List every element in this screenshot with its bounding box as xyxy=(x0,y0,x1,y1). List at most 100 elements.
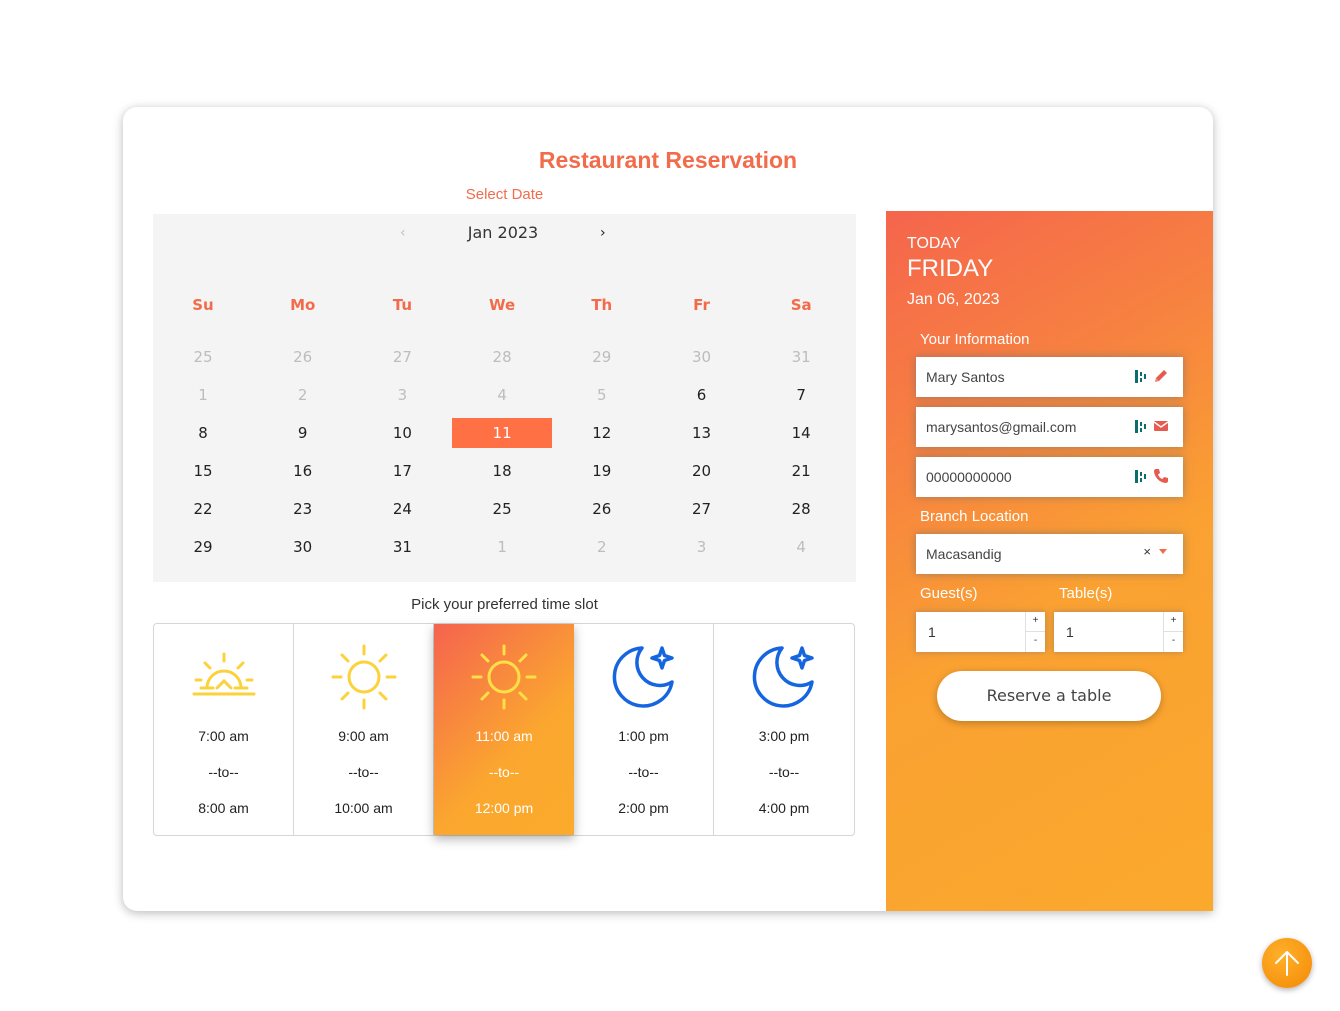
autofill-extension-icon[interactable] xyxy=(1135,469,1147,484)
calendar-day: 29 xyxy=(592,348,612,366)
time-slot-end: 12:00 pm xyxy=(474,800,534,816)
calendar-day: 26 xyxy=(293,348,313,366)
weekday-header: Su xyxy=(192,296,214,314)
calendar-day[interactable]: 22 xyxy=(153,494,253,524)
time-slot-sep: --to-- xyxy=(628,764,659,780)
scroll-to-top-button[interactable] xyxy=(1262,938,1312,988)
calendar-day[interactable]: 9 xyxy=(253,418,353,448)
calendar-day: 31 xyxy=(791,348,811,366)
envelope-icon xyxy=(1153,421,1169,431)
time-slot-start: 3:00 pm xyxy=(758,728,810,744)
time-slot-label: Pick your preferred time slot xyxy=(411,596,598,613)
name-value: Mary Santos xyxy=(926,369,1005,385)
calendar-day[interactable]: 17 xyxy=(352,456,452,486)
calendar-day: 2 xyxy=(297,386,308,404)
calendar-day[interactable]: 11 xyxy=(452,418,553,448)
next-month-button[interactable]: › xyxy=(600,225,606,241)
weekday-header: Sa xyxy=(790,296,812,314)
phone-field[interactable]: 00000000000 xyxy=(916,457,1183,497)
calendar-day[interactable]: 14 xyxy=(751,418,851,448)
your-information-label: Your Information xyxy=(920,331,1030,348)
email-field[interactable]: marysantos@gmail.com xyxy=(916,407,1183,447)
time-slot[interactable]: 1:00 pm --to-- 2:00 pm xyxy=(574,624,714,835)
calendar-month-label[interactable]: Jan 2023 xyxy=(453,223,553,242)
calendar-day: 25 xyxy=(193,348,213,366)
time-slot-sep: --to-- xyxy=(348,764,379,780)
calendar-day[interactable]: 25 xyxy=(452,494,552,524)
calendar-day[interactable]: 29 xyxy=(153,532,253,562)
time-slot-end: 8:00 am xyxy=(198,800,249,816)
calendar-day[interactable]: 28 xyxy=(751,494,851,524)
calendar-day[interactable]: 13 xyxy=(652,418,752,448)
time-slot[interactable]: 7:00 am --to-- 8:00 am xyxy=(154,624,294,835)
time-slot-end: 10:00 am xyxy=(334,800,393,816)
branch-select[interactable]: Macasandig × xyxy=(916,534,1183,574)
calendar-day[interactable]: 7 xyxy=(751,380,851,410)
guests-stepper[interactable]: 1 + - xyxy=(916,612,1045,652)
weekday-header: Fr xyxy=(693,296,710,314)
moon-star-icon xyxy=(609,642,679,712)
calendar-nav: ‹ Jan 2023 › xyxy=(153,214,856,254)
tables-stepper[interactable]: 1 + - xyxy=(1054,612,1183,652)
calendar-day[interactable]: 20 xyxy=(652,456,752,486)
weekday-header: Tu xyxy=(392,296,413,314)
time-slot-sep: --to-- xyxy=(768,764,800,780)
calendar-day[interactable]: 30 xyxy=(253,532,353,562)
weekday-header: Th xyxy=(591,296,613,314)
branch-location-label: Branch Location xyxy=(920,508,1029,525)
guests-decrement-button[interactable]: - xyxy=(1026,632,1045,652)
select-date-label: Select Date xyxy=(465,186,544,203)
calendar-day: 1 xyxy=(497,538,507,556)
calendar-day[interactable]: 19 xyxy=(552,456,652,486)
phone-icon xyxy=(1154,469,1168,483)
guests-value: 1 xyxy=(928,624,936,640)
dropdown-caret-icon[interactable] xyxy=(1159,549,1167,554)
calendar-day[interactable]: 16 xyxy=(253,456,353,486)
pencil-icon xyxy=(1155,370,1167,382)
calendar-day[interactable]: 26 xyxy=(552,494,652,524)
calendar-day[interactable]: 21 xyxy=(751,456,851,486)
calendar-day: 1 xyxy=(198,386,208,404)
calendar-day[interactable]: 31 xyxy=(352,532,452,562)
calendar-day[interactable]: 8 xyxy=(153,418,253,448)
time-slot[interactable]: 11:00 am --to-- 12:00 pm xyxy=(434,624,574,835)
calendar-day[interactable]: 12 xyxy=(552,418,652,448)
calendar-day[interactable]: 10 xyxy=(352,418,452,448)
calendar: ‹ Jan 2023 › Su Mo Tu We Th Fr Sa 25 26 27 28 29 30 3… xyxy=(153,214,856,582)
time-slot-end: 2:00 pm xyxy=(618,800,669,816)
page-title: Restaurant Reservation xyxy=(538,147,798,173)
time-slot-start: 9:00 am xyxy=(338,728,389,744)
tables-increment-button[interactable]: + xyxy=(1164,612,1183,632)
tables-value: 1 xyxy=(1066,624,1074,640)
calendar-day[interactable]: 6 xyxy=(652,380,752,410)
calendar-day[interactable]: 23 xyxy=(253,494,353,524)
weekday-header: We xyxy=(489,296,516,314)
calendar-day[interactable]: 18 xyxy=(452,456,552,486)
tables-decrement-button[interactable]: - xyxy=(1164,632,1183,652)
calendar-day: 30 xyxy=(691,348,712,366)
calendar-day[interactable]: 15 xyxy=(153,456,253,486)
calendar-day: 28 xyxy=(492,348,512,366)
today-label: TODAY xyxy=(907,235,961,252)
calendar-day[interactable]: 27 xyxy=(652,494,752,524)
guests-increment-button[interactable]: + xyxy=(1026,612,1045,632)
time-slot[interactable]: 9:00 am --to-- 10:00 am xyxy=(294,624,434,835)
calendar-day[interactable]: 24 xyxy=(352,494,452,524)
time-slot[interactable]: 3:00 pm --to-- 4:00 pm xyxy=(714,624,854,835)
calendar-day: 3 xyxy=(696,538,707,556)
sidebar: TODAY FRIDAY Jan 06, 2023 Your Informati… xyxy=(886,211,1213,911)
time-slot-start: 11:00 am xyxy=(475,728,533,744)
reserve-table-button[interactable]: Reserve a table xyxy=(937,671,1161,721)
sun-icon xyxy=(329,642,399,712)
time-slot-sep: --to-- xyxy=(208,764,239,780)
time-slot-start: 1:00 pm xyxy=(618,728,669,744)
autofill-extension-icon[interactable] xyxy=(1135,419,1147,434)
name-field[interactable]: Mary Santos xyxy=(916,357,1183,397)
clear-selection-icon[interactable]: × xyxy=(1143,544,1151,559)
calendar-day: 4 xyxy=(497,386,507,404)
time-slot-sep: --to-- xyxy=(488,764,520,780)
arrow-up-icon xyxy=(1275,951,1299,976)
prev-month-button[interactable]: ‹ xyxy=(400,225,406,241)
autofill-extension-icon[interactable] xyxy=(1135,369,1147,384)
today-date: Jan 06, 2023 xyxy=(907,291,1000,308)
